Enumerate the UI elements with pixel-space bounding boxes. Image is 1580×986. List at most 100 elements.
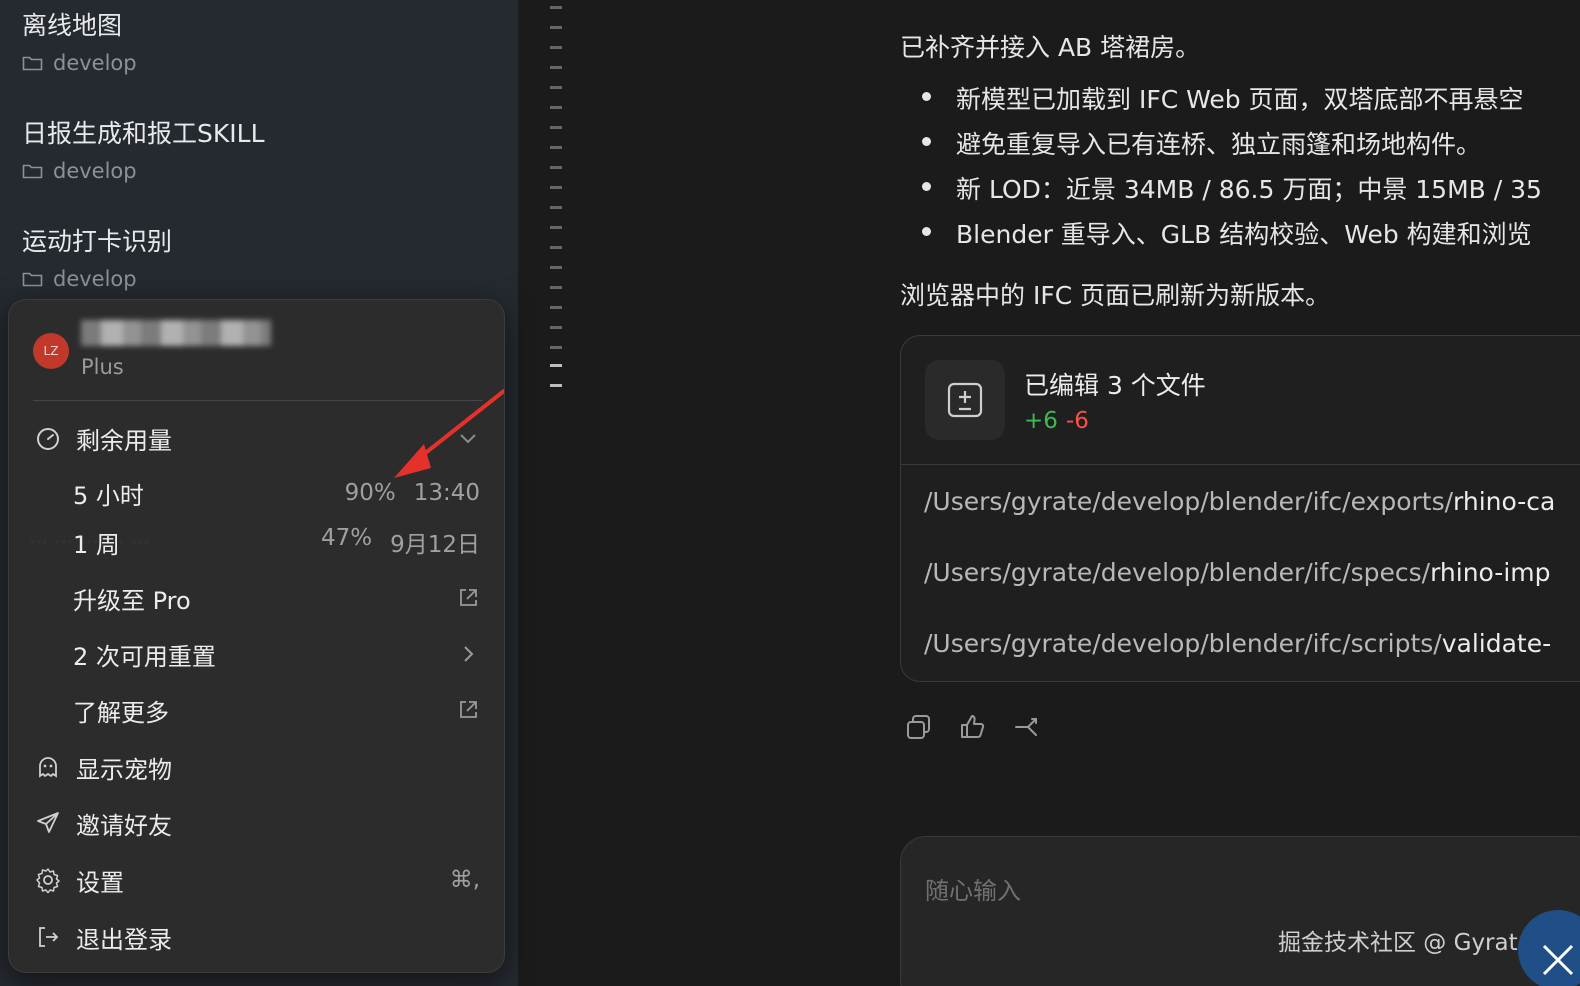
folder-icon [22,272,43,287]
show-pet-item[interactable]: 显示宠物 [9,744,504,790]
conversation-item[interactable]: 日报生成和报工SKILL develop [22,114,265,183]
timeline-tick [550,146,562,149]
invite-friends-item[interactable]: 邀请好友 [9,800,504,846]
conversation-folder: develop [22,267,172,291]
folder-icon [22,164,43,179]
show-pet-label: 显示宠物 [76,755,172,784]
send-icon [37,812,59,833]
resets-item[interactable]: 2 次可用重置 [9,631,504,677]
diff-stats: +6 -6 [1024,408,1089,434]
logout-icon [39,927,59,947]
file-dir: /Users/gyrate/develop/blender/ifc/export… [924,487,1454,516]
upgrade-pro-item[interactable]: 升级至 Pro [9,575,504,621]
folder-icon [22,56,43,71]
message-bullet: Blender 重导入、GLB 结构校验、Web 构建和浏览 [956,220,1532,249]
timeline-tick [550,226,562,229]
invite-label: 邀请好友 [76,811,172,840]
resets-label: 2 次可用重置 [73,642,216,671]
composer-placeholder[interactable]: 随心输入 [925,871,1021,906]
conversation-title: 离线地图 [22,11,123,40]
file-path-link[interactable]: /Users/gyrate/develop/blender/ifc/export… [924,487,1555,516]
annotation-arrow [394,389,504,478]
chevron-right-icon [464,646,474,662]
external-link-icon [460,589,477,606]
file-name: rhino-imp [1430,558,1551,587]
message-intro: 已补齐并接入 AB 塔裙房。 [900,33,1201,62]
gear-icon [36,868,60,893]
edited-files-card[interactable]: 已编辑 3 个文件 +6 -6 /Users/gyrate/develop/ble… [900,335,1580,682]
blurred-username [81,320,271,346]
close-icon [1542,944,1574,976]
timeline-tick [550,286,562,289]
conversation-title: 运动打卡识别 [22,227,173,256]
conversation-item[interactable]: 运动打卡识别 develop [22,222,172,291]
sidebar: 离线地图 develop 日报生成和报工SKILL develop 运动打卡识别… [0,0,518,986]
thumbs-up-icon[interactable] [958,712,988,742]
learn-more-item[interactable]: 了解更多 [9,687,504,733]
diff-icon [925,360,1005,440]
copy-icon[interactable] [904,712,934,742]
timeline-tick [550,6,562,9]
bullet-dot [922,227,931,236]
gauge-icon [37,428,59,450]
settings-shortcut: ⌘, [449,867,480,893]
file-dir: /Users/gyrate/develop/blender/ifc/script… [924,629,1442,658]
timeline-tick [550,186,562,189]
message-bullet: 避免重复导入已有连桥、独立雨篷和场地构件。 [956,130,1482,159]
scroll-timeline[interactable] [550,0,564,400]
composer[interactable]: 随心输入 掘金技术社区 @ Gyrate [900,836,1580,986]
conversation-title: 日报生成和报工SKILL [22,119,265,148]
usage-row-1w: 1 周 47% 9月12日 [9,519,504,565]
file-name: rhino-ca [1453,487,1556,516]
external-link-icon [460,701,477,718]
watermark: 掘金技术社区 @ Gyrate [1278,930,1532,956]
timeline-tick [550,46,562,49]
file-path-link[interactable]: /Users/gyrate/develop/blender/ifc/specs/… [924,558,1551,587]
usage-percent: 47% [320,525,373,551]
additions-count: +6 [1024,408,1058,434]
timeline-tick [550,166,562,169]
timeline-tick [550,106,562,109]
account-menu: LZ Plus ··· ··· ··· ··· ··· 剩余用量 5 小时 90… [8,299,505,973]
edited-files-title: 已编辑 3 个文件 [1024,371,1206,400]
message-bullet: 新模型已加载到 IFC Web 页面，双塔底部不再悬空 [956,85,1524,114]
timeline-tick [550,306,562,309]
usage-label: 剩余用量 [76,426,172,455]
folder-name: develop [53,51,137,75]
bullet-dot [922,137,931,146]
timeline-tick-active [550,384,562,387]
upgrade-label: 升级至 Pro [73,586,191,615]
message-outro: 浏览器中的 IFC 页面已刷新为新版本。 [900,281,1331,310]
timeline-tick [550,86,562,89]
conversation-item[interactable]: 离线地图 develop [22,6,137,75]
settings-item[interactable]: 设置 ⌘, [9,857,504,903]
fork-icon[interactable] [1012,712,1042,742]
card-divider [901,464,1580,465]
timeline-tick [550,126,562,129]
avatar: LZ [33,333,69,369]
usage-values: 47% 9月12日 [321,525,480,559]
conversation-folder: develop [22,159,265,183]
file-path-link[interactable]: /Users/gyrate/develop/blender/ifc/script… [924,629,1551,658]
chat-main: 已补齐并接入 AB 塔裙房。 新模型已加载到 IFC Web 页面，双塔底部不再… [900,0,1580,986]
learn-more-label: 了解更多 [73,698,169,727]
timeline-tick-active [550,364,562,367]
file-name: validate- [1441,629,1552,658]
bullet-dot [922,182,931,191]
logout-item[interactable]: 退出登录 [9,914,504,960]
usage-reset-time: 9月12日 [390,532,480,558]
usage-window-label: 1 周 [73,530,120,559]
deletions-count: -6 [1065,408,1089,434]
timeline-tick [550,26,562,29]
message-bullet: 新 LOD：近景 34MB / 86.5 万面；中景 15MB / 35 [956,175,1542,204]
settings-label: 设置 [76,868,124,897]
usage-window-label: 5 小时 [73,481,144,510]
file-dir: /Users/gyrate/develop/blender/ifc/specs/ [924,558,1431,587]
timeline-tick [550,266,562,269]
timeline-tick [550,206,562,209]
pet-icon [39,757,57,778]
plan-label: Plus [81,355,124,379]
logout-label: 退出登录 [76,925,172,954]
timeline-tick [550,66,562,69]
timeline-tick [550,246,562,249]
